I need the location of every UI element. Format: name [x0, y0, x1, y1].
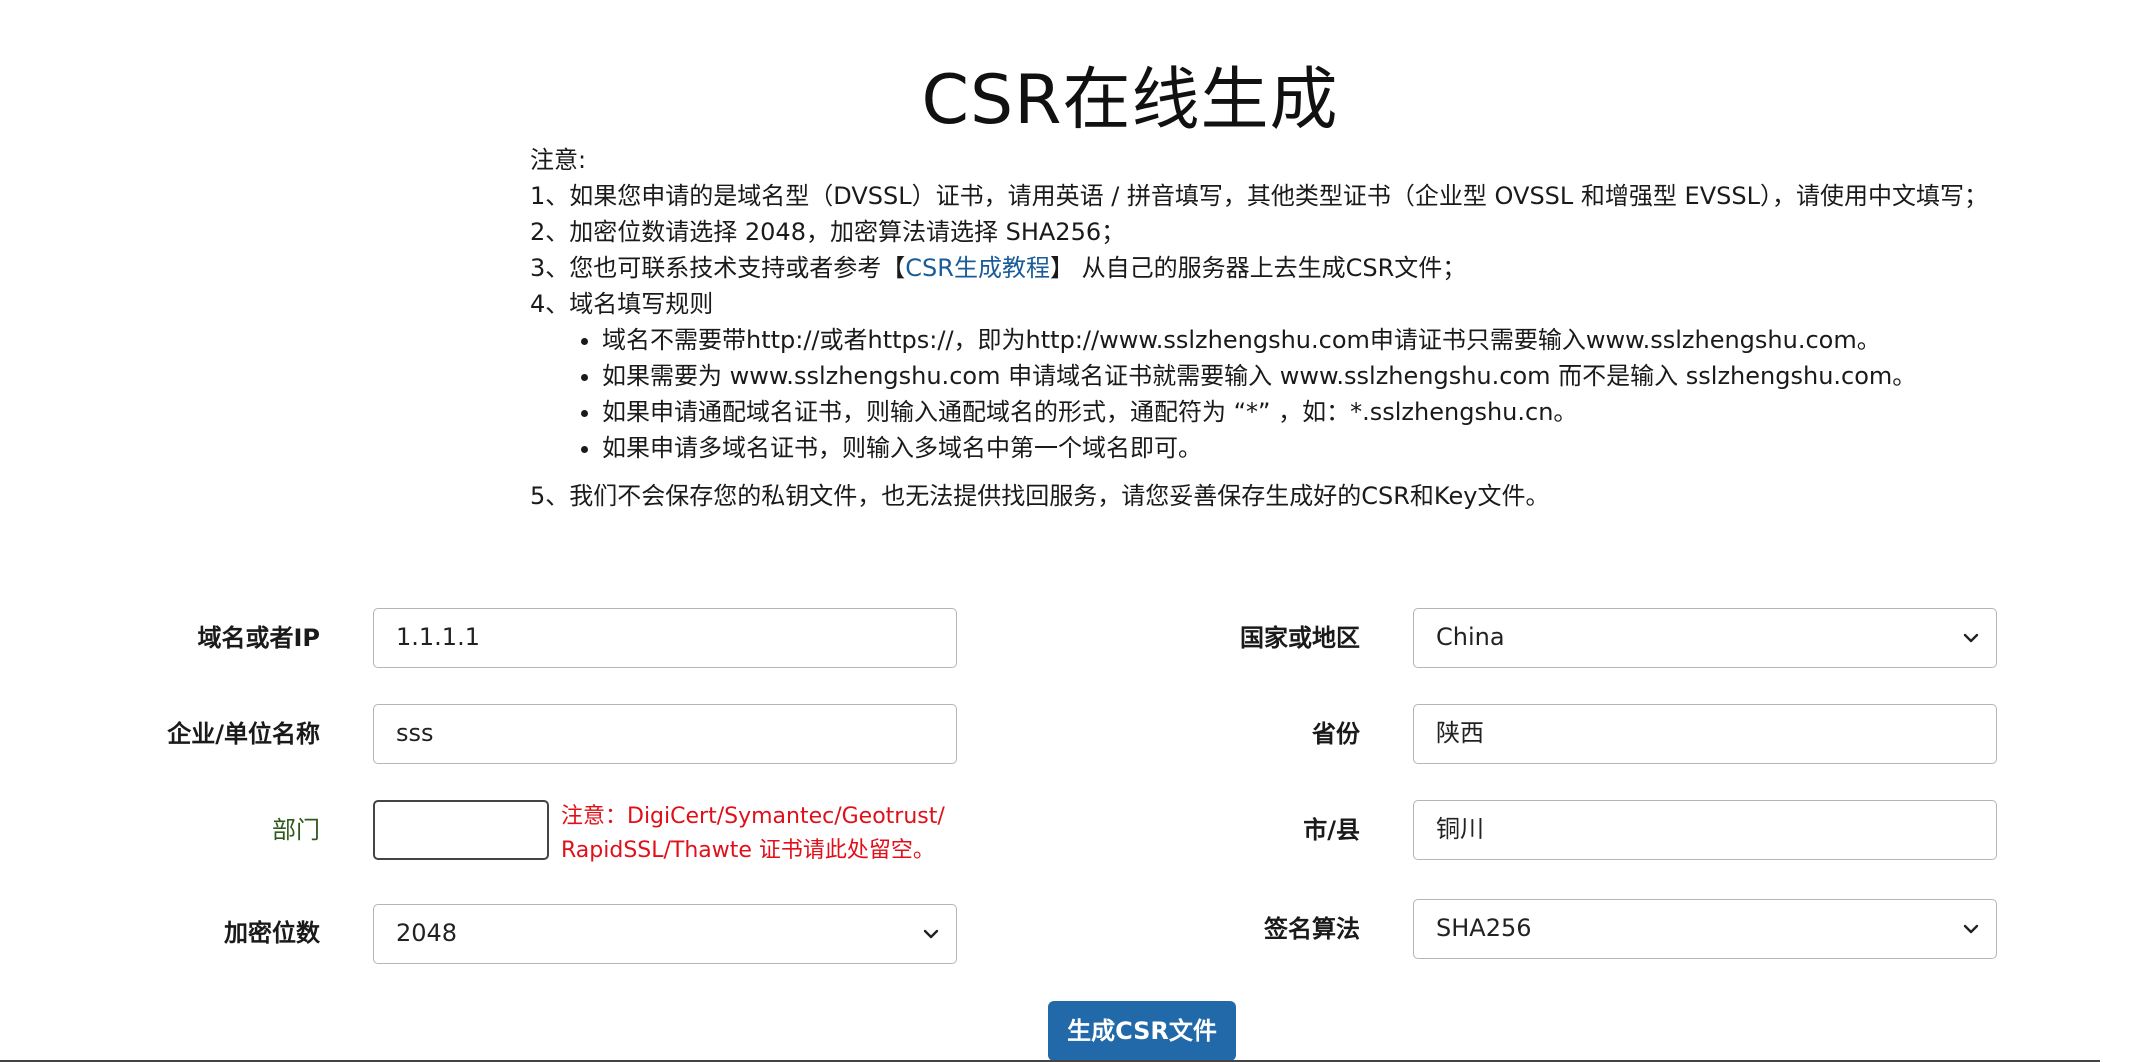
country-select[interactable]: China: [1413, 608, 1997, 668]
domain-label: 域名或者IP: [197, 624, 320, 652]
province-input[interactable]: 陕西: [1413, 704, 1997, 764]
notice-heading: 注意:: [530, 146, 587, 174]
generate-csr-button[interactable]: 生成CSR文件: [1048, 1001, 1236, 1061]
sig-alg-label: 签名算法: [1264, 915, 1360, 943]
notice-item-2: 2、加密位数请选择 2048，加密算法请选择 SHA256；: [530, 218, 1126, 246]
dept-note-line-2: RapidSSL/Thawte 证书请此处留空。: [561, 838, 935, 863]
notice-item-3-suffix: 】 从自己的服务器上去生成CSR文件；: [1049, 254, 1467, 282]
sig-alg-value: SHA256: [1436, 914, 1532, 942]
key-bits-select[interactable]: 2048: [373, 904, 957, 964]
city-input[interactable]: 铜川: [1413, 800, 1997, 860]
notice-item-1: 1、如果您申请的是域名型（DVSSL）证书，请用英语 / 拼音填写，其他类型证书…: [530, 182, 1988, 210]
domain-rule-item: 如果申请多域名证书，则输入多域名中第一个域名即可。: [602, 430, 2010, 466]
org-input[interactable]: sss: [373, 704, 957, 764]
chevron-down-icon: [1960, 900, 1982, 957]
domain-input[interactable]: 1.1.1.1: [373, 608, 957, 668]
notice-item-3-prefix: 3、您也可联系技术支持或者参考【: [530, 254, 906, 282]
page-title: CSR在线生成: [921, 61, 1339, 140]
notice-section: 注意: 1、如果您申请的是域名型（DVSSL）证书，请用英语 / 拼音填写，其他…: [530, 142, 2010, 514]
csr-tutorial-link[interactable]: CSR生成教程: [905, 254, 1050, 282]
dept-note-line-1: 注意：DigiCert/Symantec/Geotrust/: [561, 804, 945, 829]
country-label: 国家或地区: [1240, 624, 1360, 652]
city-label: 市/县: [1303, 816, 1360, 844]
org-label: 企业/单位名称: [167, 720, 320, 748]
domain-rule-item: 如果需要为 www.sslzhengshu.com 申请域名证书就需要输入 ww…: [602, 358, 2010, 394]
country-value: China: [1436, 623, 1505, 651]
notice-item-4: 4、域名填写规则: [530, 290, 714, 318]
domain-rules-list: 域名不需要带http://或者https://，即为http://www.ssl…: [530, 322, 2010, 466]
dept-note: 注意：DigiCert/Symantec/Geotrust/ RapidSSL/…: [561, 800, 981, 868]
chevron-down-icon: [1960, 609, 1982, 666]
chevron-down-icon: [920, 905, 942, 962]
dept-input[interactable]: [373, 800, 549, 860]
domain-rule-item: 域名不需要带http://或者https://，即为http://www.ssl…: [602, 322, 2010, 358]
key-bits-label: 加密位数: [224, 919, 320, 947]
notice-item-5: 5、我们不会保存您的私钥文件，也无法提供找回服务，请您妥善保存生成好的CSR和K…: [530, 482, 1550, 510]
domain-rule-item: 如果申请通配域名证书，则输入通配域名的形式，通配符为 “*” ，如：*.sslz…: [602, 394, 2010, 430]
dept-label: 部门: [272, 816, 320, 844]
notice-item-3: 3、您也可联系技术支持或者参考【CSR生成教程】 从自己的服务器上去生成CSR文…: [530, 250, 2010, 286]
province-label: 省份: [1312, 720, 1360, 748]
key-bits-value: 2048: [396, 919, 458, 947]
sig-alg-select[interactable]: SHA256: [1413, 899, 1997, 959]
